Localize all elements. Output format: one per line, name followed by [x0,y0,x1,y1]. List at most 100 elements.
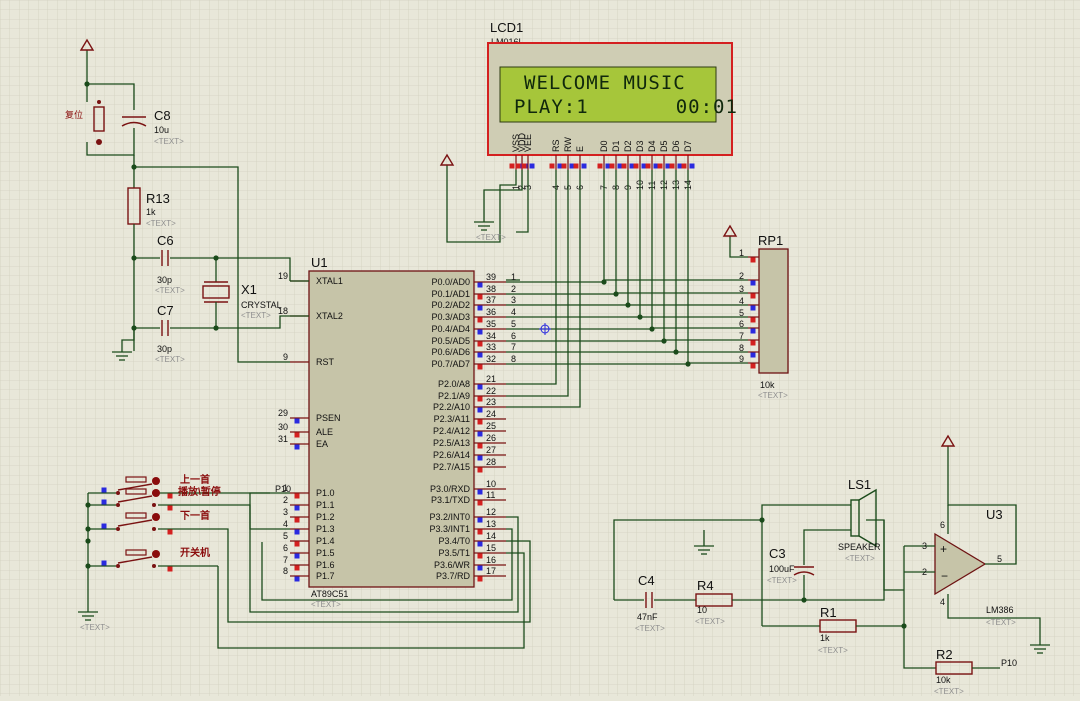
rp1-pin-number: 9 [739,354,744,364]
mcu-left-pin-number: 30 [278,422,288,432]
button-pin-marker [167,529,173,535]
rp1-pin-number: 4 [739,296,744,306]
button-pin-marker [167,493,173,499]
c8-value: 10u [154,125,169,135]
button-contact [152,503,156,507]
mcu-pin-marker [294,529,300,535]
rp1-body [758,248,789,374]
u3-pin-2: 2 [922,567,927,577]
mcu-pin-marker [294,418,300,424]
lcd-pin-marker [597,163,603,169]
mcu-p0-net-label: 5 [511,319,516,329]
mcu-right-pin-name: P0.0/AD0 [431,277,470,287]
mcu-right-pin-name: P2.6/A14 [433,450,470,460]
u3-pin-5: 5 [997,554,1002,564]
lcd-pin-marker [509,163,515,169]
mcu-right-pin-name: P2.7/A15 [433,462,470,472]
u1-ref: U1 [311,255,328,270]
r2-value: 10k [936,675,951,685]
u3-pin-6: 6 [940,520,945,530]
buttons-gnd-text-tag: <TEXT> [80,623,110,632]
mcu-right-pin-name: P3.0/RXD [430,484,471,494]
mcu-pin-marker [477,329,483,335]
mcu-right-pin-name: P2.3/A11 [434,414,470,424]
mcu-left-pin-name: XTAL2 [316,311,343,321]
lcd-pin-marker [573,163,579,169]
ls1-ref: LS1 [848,477,871,492]
c7-ref: C7 [157,303,174,318]
u3-plus-sign: + [940,542,947,556]
mcu-left-pin-number: 5 [283,531,288,541]
button-label: 开关机 [180,546,210,559]
mcu-pin-marker [294,432,300,438]
mcu-left-pin-name: P1.4 [316,536,335,546]
mcu-right-pin-name: P0.4/AD4 [431,324,470,334]
button-state-icon [152,550,160,558]
button-pin-marker [101,499,107,505]
lcd-pin-name: D7 [683,140,693,152]
mcu-pin-marker [477,305,483,311]
c8-ref: C8 [154,108,171,123]
mcu-right-pin-number: 23 [486,397,496,407]
r2-net-label: P10 [1001,658,1017,668]
mcu-right-pin-name: P0.3/AD3 [431,312,470,322]
mcu-p0-net-label: 1 [511,272,516,282]
mcu-right-pin-name: P0.6/AD6 [431,347,470,357]
mcu-pin-marker [477,517,483,523]
mcu-right-pin-name: P0.2/AD2 [431,300,470,310]
r13-ref: R13 [146,191,170,206]
mcu-left-pin-name: ALE [316,427,333,437]
r13-text-tag: <TEXT> [146,219,176,228]
mcu-pin-marker [294,517,300,523]
mcu-left-pin-number: 9 [283,352,288,362]
lcd-pin-name: E [575,146,585,152]
mcu-left-pin-name: P1.7 [316,571,335,581]
c4-value: 47nF [637,612,658,622]
mcu-left-pin-name: P1.5 [316,548,335,558]
lcd-pin-name: D4 [647,140,657,152]
lcd-pin-marker [621,163,627,169]
mcu-right-pin-name: P3.7/RD [436,571,471,581]
mcu-right-pin-name: P0.7/AD7 [431,359,470,369]
button-label: 下一首 [180,509,210,522]
mcu-right-pin-name: P2.0/A8 [438,379,470,389]
lcd-pin-marker [521,163,527,169]
mcu-pin-marker [294,576,300,582]
rp1-pin-marker [750,340,756,346]
mcu-right-pin-number: 13 [486,519,496,529]
schematic-canvas: LCD1 LM016L <TEXT> WELCOME MUSIC PLAY:1 … [0,0,1080,696]
mcu-pin-marker [477,364,483,370]
rp1-value: 10k [760,380,775,390]
mcu-left-pin-number: 3 [283,507,288,517]
mcu-right-pin-number: 10 [486,479,496,489]
mcu-left-pin-name: RST [316,357,335,367]
reset-button-label: 复位 [65,109,83,120]
mcu-pin-marker [477,553,483,559]
mcu-right-pin-number: 37 [486,295,496,305]
u3-pin-4: 4 [940,597,945,607]
c3-ref: C3 [769,546,786,561]
mcu-right-pin-number: 26 [486,433,496,443]
mcu-right-pin-number: 39 [486,272,496,282]
r4-text-tag: <TEXT> [695,617,725,626]
mcu-left-pin-name: P1.2 [316,512,335,522]
rp1-pin-number: 5 [739,308,744,318]
button-pin-marker [167,566,173,572]
button-label: 播放\暂停 [178,485,221,498]
mcu-pin-marker [294,505,300,511]
mcu-pin-marker [477,341,483,347]
x1-text-tag: <TEXT> [241,311,271,320]
mcu-pin-marker [477,576,483,582]
lcd-pin-name: RW [563,137,573,152]
mcu-right-pin-number: 21 [486,374,496,384]
lcd-pin-name: RS [551,139,561,152]
mcu-pin-marker [477,317,483,323]
mcu-pin-marker [477,282,483,288]
mcu-right-pin-number: 11 [486,490,495,500]
mcu-u1[interactable]: U1 19 XTAL118 XTAL29 RST29 PSEN30 ALE31 EA1 P1.… [275,255,516,609]
mcu-right-pin-name: P3.4/T0 [438,536,470,546]
mcu-pin-marker [294,565,300,571]
mcu-pin-marker [477,396,483,402]
mcu-pin-marker [294,553,300,559]
rp1-pin-marker [750,317,756,323]
